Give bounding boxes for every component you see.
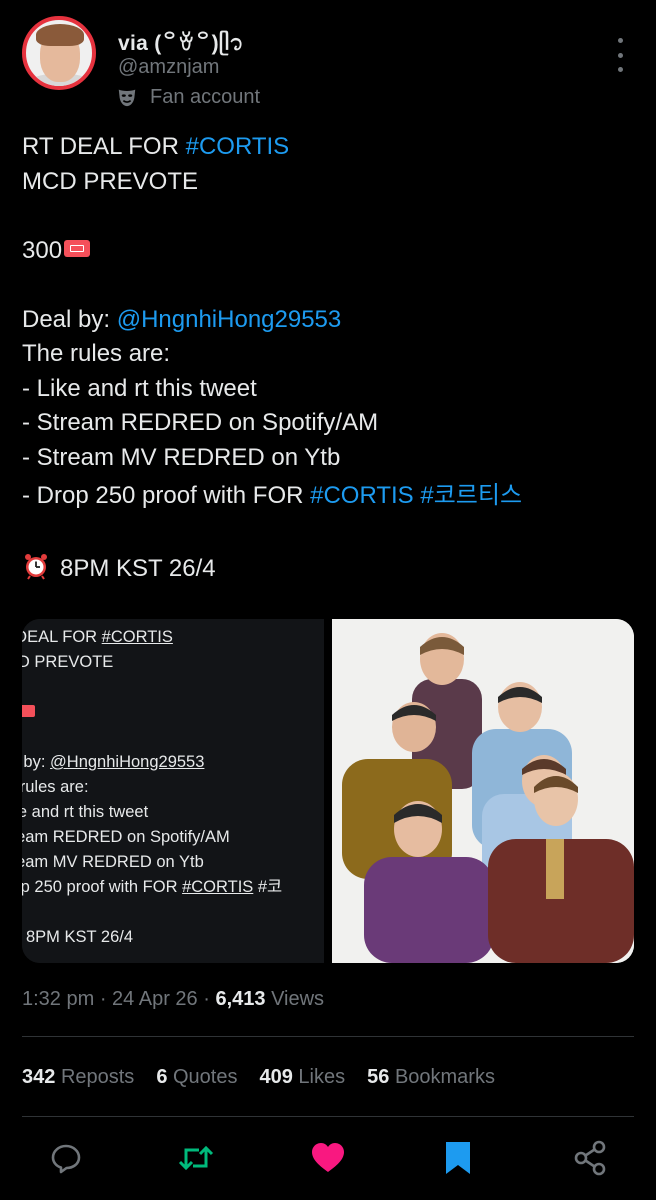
tweet-line: RT DEAL FOR: [22, 133, 186, 160]
hashtag-link[interactable]: #CORTIS: [310, 482, 414, 509]
amount-text: 300: [22, 236, 63, 264]
group-photo-image: [332, 619, 634, 963]
bookmarks-stat[interactable]: 56 Bookmarks: [367, 1066, 495, 1089]
share-icon: [574, 1140, 606, 1176]
more-vertical-icon[interactable]: [610, 38, 630, 72]
rule-item: - Like and rt this tweet: [22, 374, 257, 402]
bookmark-button[interactable]: [438, 1138, 478, 1178]
rule-item: - Stream MV REDRED on Ytb: [22, 443, 341, 471]
deal-by-label: Deal by:: [22, 305, 117, 333]
reply-button[interactable]: [46, 1138, 86, 1178]
repost-icon: [178, 1145, 214, 1171]
hashtag-link[interactable]: #CORTIS: [186, 133, 290, 160]
fan-account-badge: Fan account: [116, 84, 260, 110]
tweet-time[interactable]: 1:32 pm: [22, 988, 94, 1010]
share-button[interactable]: [570, 1138, 610, 1178]
quotes-stat[interactable]: 6 Quotes: [156, 1066, 237, 1089]
avatar[interactable]: [22, 16, 96, 90]
mention-link[interactable]: @HngnhiHong29553: [117, 306, 342, 333]
hashtag-link[interactable]: #코르티스: [420, 482, 522, 509]
tweet-meta: 1:32 pm · 24 Apr 26 · 6,413 Views: [22, 988, 325, 1010]
reply-icon: [51, 1144, 81, 1174]
rules-heading: The rules are:: [22, 340, 171, 367]
likes-stat[interactable]: 409 Likes: [259, 1066, 345, 1089]
tweet-date[interactable]: 24 Apr 26: [112, 988, 198, 1010]
reposts-stat[interactable]: 342 Reposts: [22, 1066, 134, 1089]
rule-item: - Stream REDRED on Spotify/AM: [22, 409, 379, 436]
tweet-header: via (꒪ꈊ꒪)ᥫ᭡ @amznjam Fan account: [22, 16, 642, 116]
theater-mask-icon: [118, 89, 136, 107]
repost-button[interactable]: [176, 1138, 216, 1178]
alarm-clock-icon: [25, 554, 47, 580]
like-button[interactable]: [308, 1138, 348, 1178]
media-screenshot[interactable]: DEAL FOR #CORTIS CD PREVOTE 0 al by: @Hn…: [22, 619, 328, 963]
action-bar: [0, 1138, 656, 1186]
media-photo[interactable]: [332, 619, 634, 963]
divider: [22, 1116, 634, 1117]
rule-item: - Drop 250 proof with FOR: [22, 482, 311, 509]
deadline-text: 8PM KST 26/4: [60, 555, 216, 582]
fan-account-label: Fan account: [150, 85, 261, 108]
ticket-icon: [22, 705, 36, 717]
bookmark-icon: [446, 1142, 470, 1174]
like-icon: [312, 1143, 344, 1172]
user-handle[interactable]: @amznjam: [118, 56, 219, 79]
engagement-stats: 342 Reposts 6 Quotes 409 Likes 56 Bookma…: [22, 1066, 517, 1089]
divider: [22, 1036, 634, 1037]
tweet-line: MCD PREVOTE: [22, 167, 199, 195]
media-gallery[interactable]: DEAL FOR #CORTIS CD PREVOTE 0 al by: @Hn…: [22, 619, 634, 963]
ticket-icon: [64, 239, 91, 257]
views-count: 6,413: [215, 988, 266, 1010]
views-label: Views: [265, 988, 325, 1010]
tweet-text: RT DEAL FOR #CORTIS MCD PREVOTE 300 Deal…: [22, 130, 637, 587]
